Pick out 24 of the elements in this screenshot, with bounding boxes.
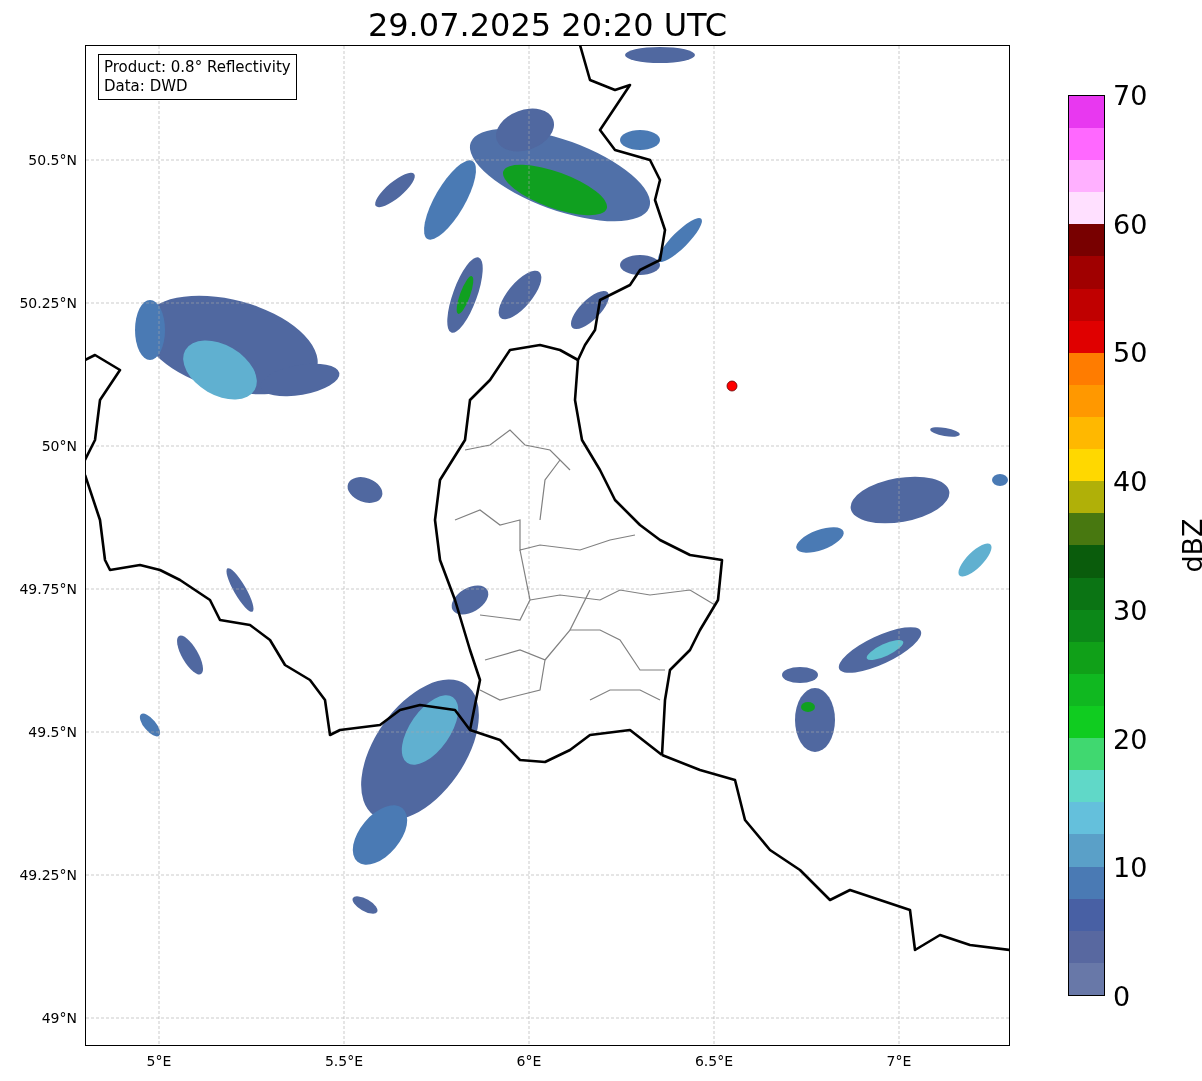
colorbar-tick-label: 10 [1113,853,1148,881]
longitude-label: 5.5°E [324,1053,364,1069]
latitude-label: 49°N [41,1010,77,1026]
colorbar-tick-label: 40 [1113,467,1148,495]
latitude-label: 49.25°N [19,867,77,883]
latitude-label: 50.25°N [19,295,77,311]
colorbar-tick-label: 70 [1113,81,1148,109]
legend-text: Data: DWD [104,77,189,96]
latitude-label: 50°N [41,438,77,454]
colorbar-label: dBZ [1176,518,1202,573]
latitude-label: 49.75°N [19,581,77,597]
colorbar-tick-label: 20 [1113,725,1148,753]
longitude-label: 6°E [516,1053,542,1069]
latitude-label: 50.5°N [28,152,77,168]
longitude-label: 6.5°E [694,1053,734,1069]
latitude-label: 49.5°N [28,724,77,740]
legend-text: Product: 0.8° Reflectivity [104,58,291,77]
colorbar-tick-label: 0 [1113,982,1131,1010]
chart-title: 29.07.2025 20:20 UTC [367,5,728,45]
colorbar-tick-label: 50 [1113,338,1148,366]
longitude-label: 7°E [886,1053,912,1069]
colorbar-tick-label: 60 [1113,210,1148,238]
colorbar-tick-label: 30 [1113,596,1148,624]
longitude-label: 5°E [146,1053,172,1069]
